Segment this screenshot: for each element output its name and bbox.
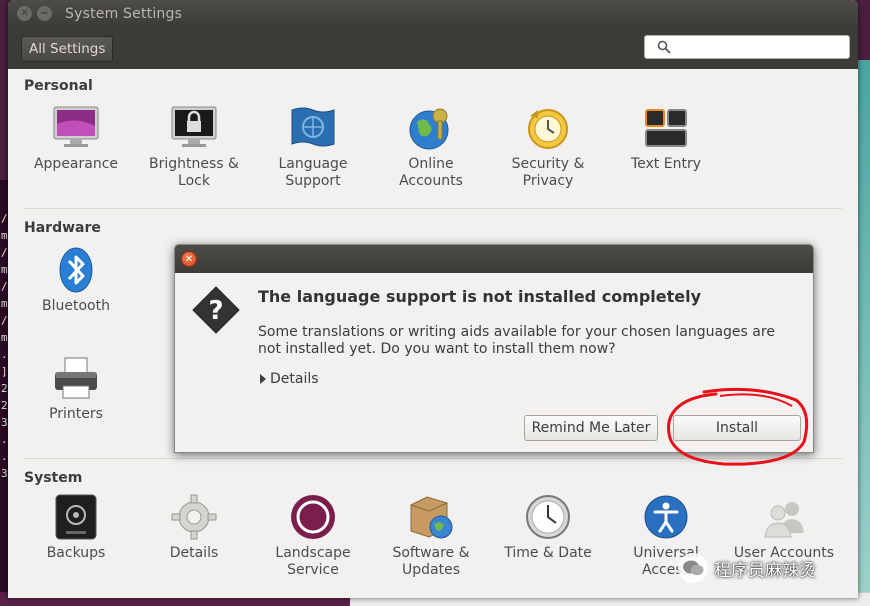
watermark-text: 程序员麻辣烫 — [714, 560, 816, 581]
search-icon — [657, 40, 671, 54]
text-entry-icon — [645, 109, 687, 147]
search-box[interactable] — [644, 35, 850, 59]
gear-icon — [171, 494, 217, 540]
remind-me-later-button[interactable]: Remind Me Later — [524, 415, 658, 441]
section-title-hardware: Hardware — [24, 220, 101, 236]
landscape-icon — [291, 495, 335, 539]
dialog-close-button[interactable]: ✕ — [181, 251, 197, 267]
online-accounts-icon — [409, 108, 449, 150]
dialog-titlebar: ✕ — [175, 245, 813, 273]
security-privacy-icon — [528, 109, 568, 149]
brightness-lock-icon — [171, 106, 217, 147]
expander-arrow-icon — [260, 374, 266, 384]
details-label: Details — [270, 371, 319, 387]
dialog-message: Some translations or writing aids availa… — [258, 324, 775, 357]
bluetooth-icon — [59, 247, 93, 293]
clock-icon — [526, 495, 570, 539]
settings-item-landscape-service[interactable]: Landscape Service — [258, 493, 368, 579]
close-window-button[interactable]: ✕ — [17, 6, 32, 21]
settings-item-details[interactable]: Details — [139, 493, 249, 562]
wechat-logo-icon — [678, 553, 708, 583]
settings-item-brightness-lock[interactable]: Brightness & Lock — [139, 104, 249, 190]
settings-item-text-entry[interactable]: Text Entry — [611, 104, 721, 173]
search-input[interactable] — [677, 40, 847, 54]
settings-item-online-accounts[interactable]: Online Accounts — [376, 104, 486, 190]
all-settings-button[interactable]: All Settings — [21, 36, 114, 62]
settings-item-backups[interactable]: Backups — [21, 493, 131, 562]
settings-item-language-support[interactable]: Language Support — [258, 104, 368, 190]
language-support-dialog: ✕ ? The language support is not installe… — [174, 244, 814, 453]
details-expander[interactable]: Details — [260, 371, 319, 387]
watermark: 程序员麻辣烫 — [678, 550, 858, 586]
section-divider — [24, 208, 842, 209]
printer-icon — [55, 357, 97, 399]
toolbar: All Settings — [8, 27, 858, 69]
settings-item-time-date[interactable]: Time & Date — [493, 493, 603, 562]
install-button[interactable]: Install — [673, 415, 801, 441]
settings-item-software-updates[interactable]: Software & Updates — [376, 493, 486, 579]
desktop-background — [856, 60, 870, 606]
window-title: System Settings — [65, 5, 183, 22]
appearance-icon — [53, 106, 99, 147]
section-divider — [24, 458, 842, 459]
section-title-system: System — [24, 470, 83, 486]
minimize-window-button[interactable]: − — [37, 6, 52, 21]
language-support-icon — [291, 107, 335, 147]
settings-item-printers[interactable]: Printers — [21, 354, 131, 423]
software-updates-icon — [410, 496, 453, 539]
universal-access-icon — [644, 495, 688, 539]
settings-item-bluetooth[interactable]: Bluetooth — [21, 246, 131, 315]
svg-text:?: ? — [208, 296, 223, 326]
section-title-personal: Personal — [24, 78, 93, 94]
settings-item-security-privacy[interactable]: Security & Privacy — [493, 104, 603, 190]
user-accounts-icon — [764, 502, 804, 538]
question-icon: ? — [192, 286, 240, 334]
settings-item-appearance[interactable]: Appearance — [21, 104, 131, 173]
window-titlebar: ✕ − System Settings — [8, 0, 858, 27]
dialog-heading: The language support is not installed co… — [258, 287, 702, 306]
backups-icon — [55, 494, 97, 540]
